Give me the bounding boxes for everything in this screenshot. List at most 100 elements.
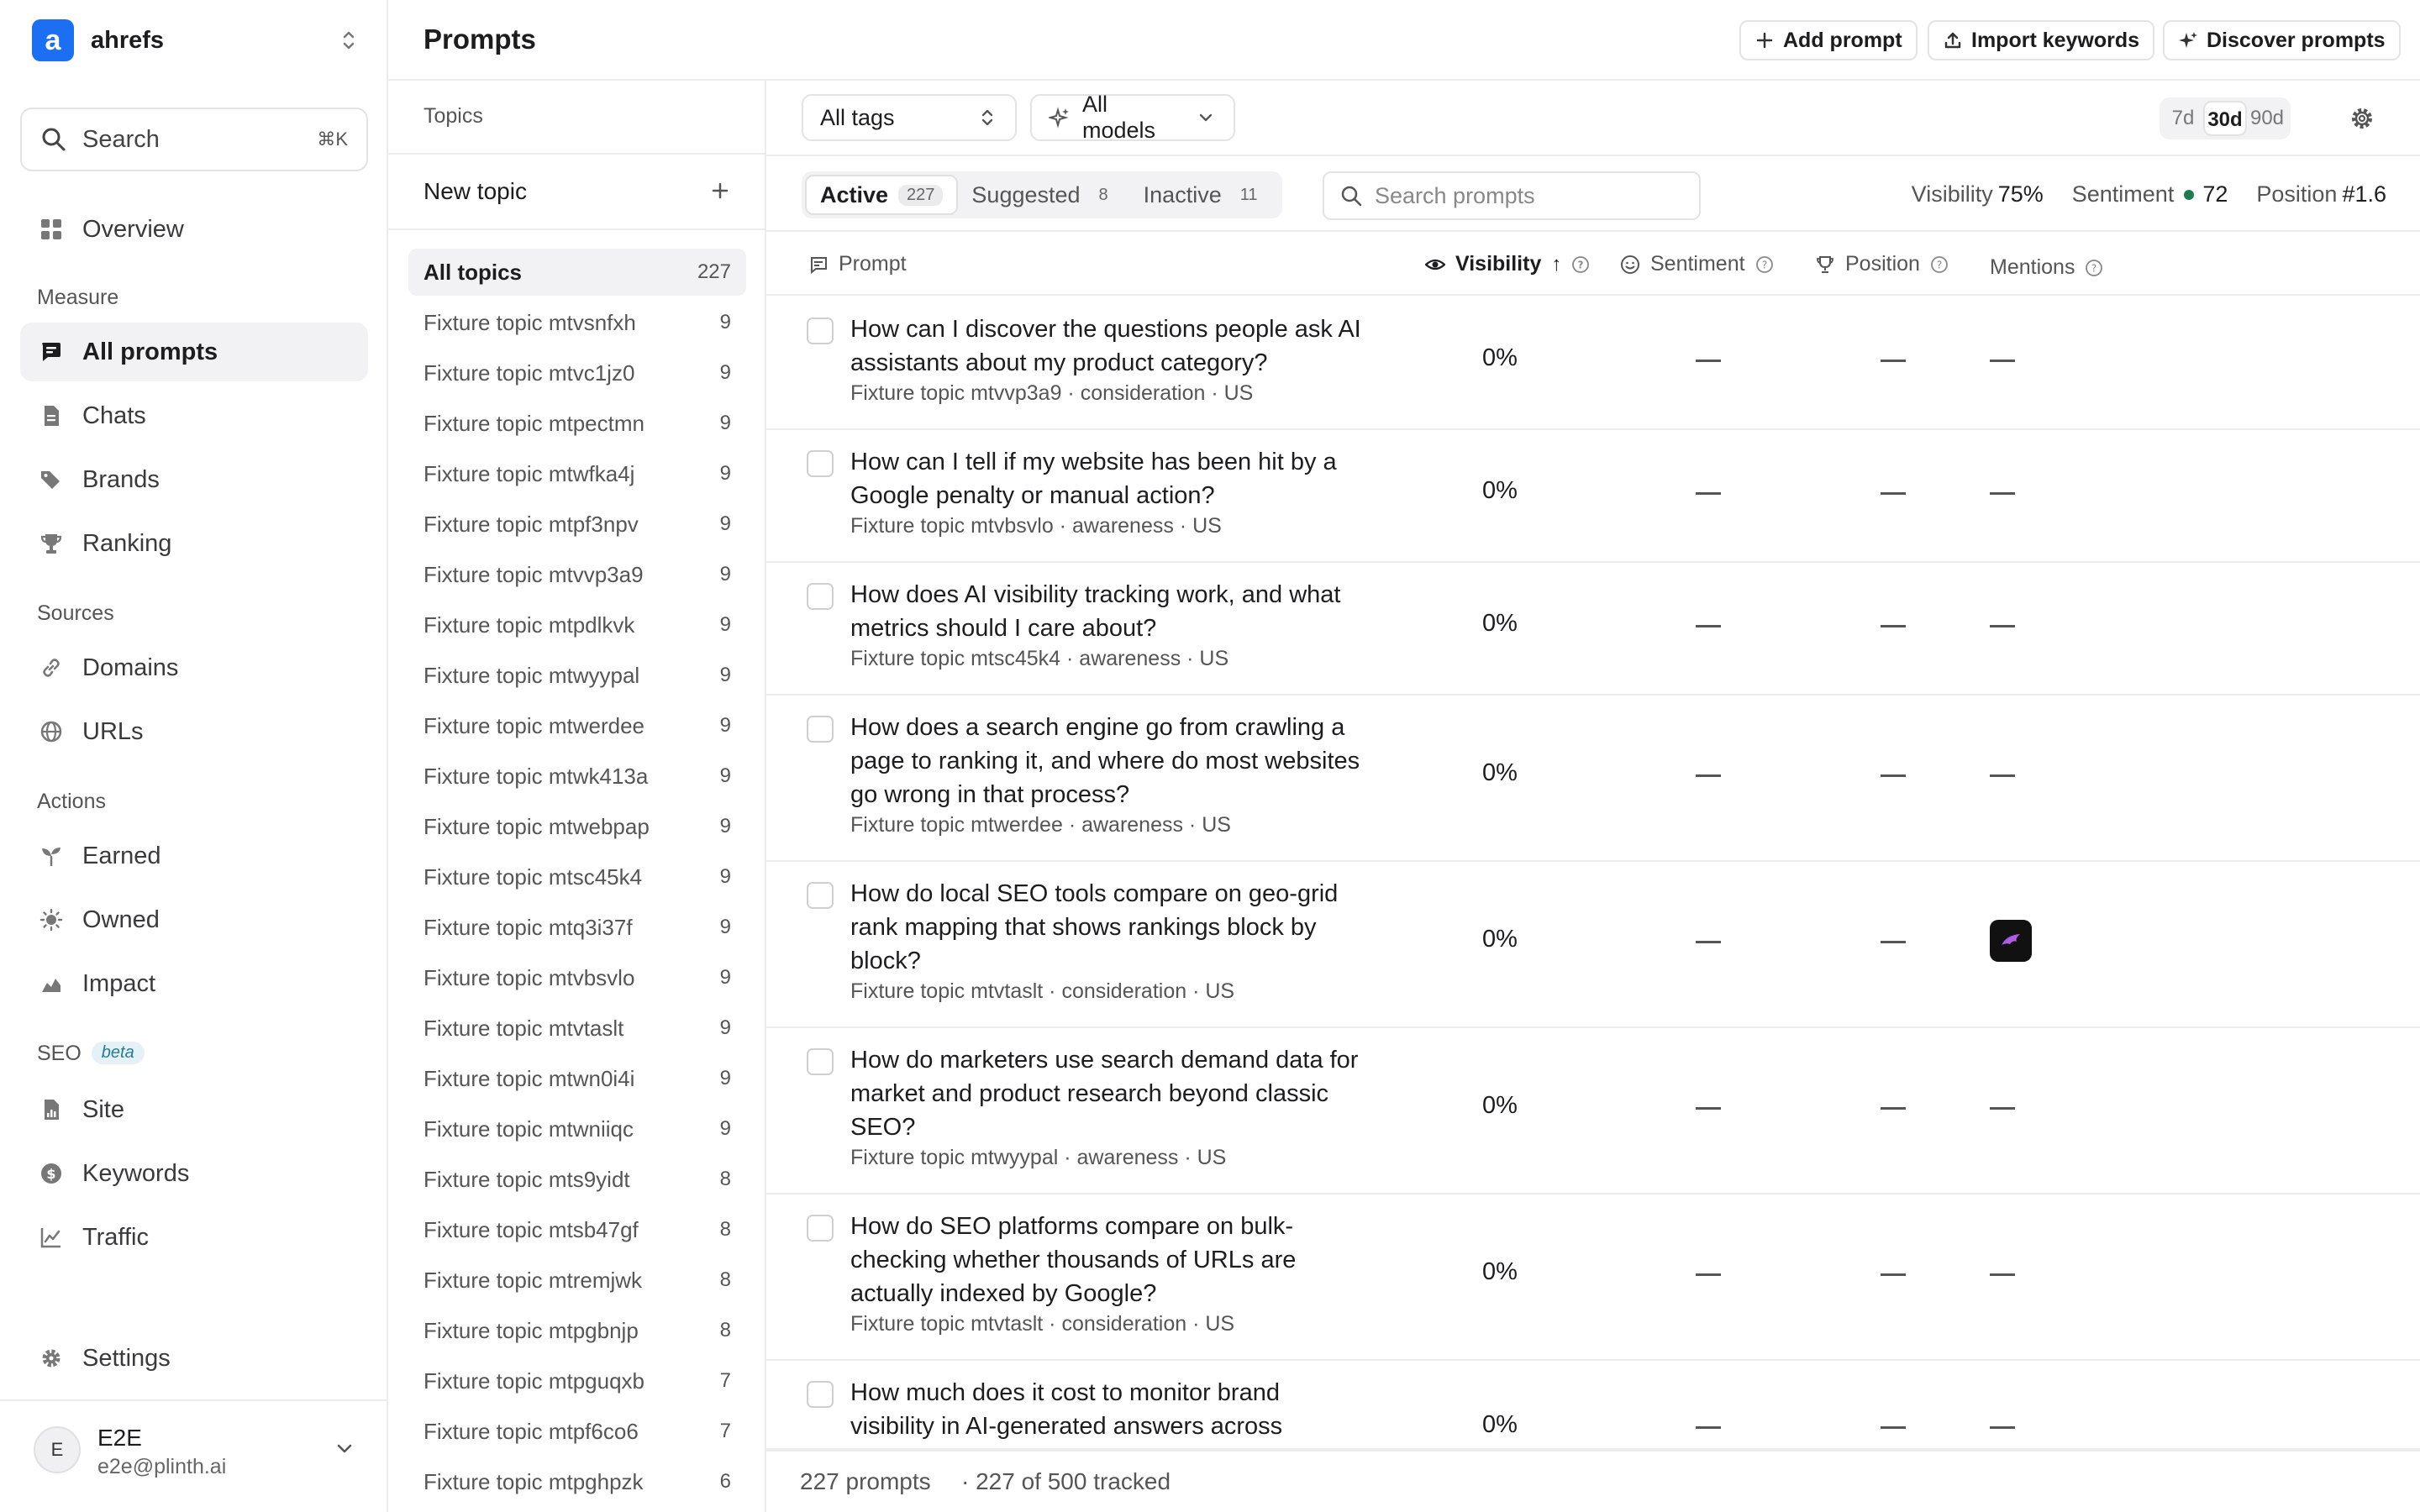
row-checkbox[interactable] [807, 1381, 834, 1408]
range-7d[interactable]: 7d [2163, 101, 2203, 136]
help-circle-icon[interactable]: ? [1930, 255, 1949, 274]
sidebar-item-chats[interactable]: Chats [20, 386, 368, 445]
topic-item[interactable]: Fixture topic mtsc45k4 9 [408, 853, 746, 900]
topic-count: 9 [719, 865, 731, 888]
topic-item[interactable]: Fixture topic mtwfka4j 9 [408, 450, 746, 497]
user-menu[interactable]: E E2E e2e@plinth.ai [0, 1399, 388, 1512]
prompt-text[interactable]: How can I discover the questions people … [850, 312, 1388, 380]
tab-inactive[interactable]: Inactive 11 [1130, 175, 1280, 215]
help-circle-icon[interactable]: ? [1571, 255, 1590, 274]
import-keywords-button[interactable]: Import keywords [1928, 20, 2155, 60]
column-prompt[interactable]: Prompt [808, 252, 907, 276]
column-position[interactable]: Position ? [1815, 252, 1949, 276]
topic-item[interactable]: Fixture topic mtpghpzk 6 [408, 1458, 746, 1505]
topic-item[interactable]: Fixture topic mtwk413a 9 [408, 753, 746, 800]
sidebar-item-impact[interactable]: Impact [20, 954, 368, 1013]
sidebar-item-settings[interactable]: Settings [20, 1329, 368, 1388]
table-row[interactable]: How can I tell if my website has been hi… [766, 430, 2420, 563]
topic-item[interactable]: Fixture topic mtvsnfxh 9 [408, 299, 746, 346]
topic-name: Fixture topic mtwniiqc [424, 1116, 634, 1142]
topic-item[interactable]: Fixture topic mtpf6co6 7 [408, 1408, 746, 1455]
prompt-line: How do marketers use search demand data … [850, 1047, 1359, 1074]
table-row[interactable]: How do marketers use search demand data … [766, 1028, 2420, 1194]
table-row[interactable]: How does a search engine go from crawlin… [766, 696, 2420, 862]
table-row[interactable]: How does AI visibility tracking work, an… [766, 563, 2420, 696]
prompt-text[interactable]: How can I tell if my website has been hi… [850, 445, 1388, 512]
topic-count: 9 [719, 1117, 731, 1140]
topic-item[interactable]: Fixture topic mtremjwk 8 [408, 1257, 746, 1304]
table-row[interactable]: How can I discover the questions people … [766, 297, 2420, 430]
column-visibility[interactable]: Visibility ↑ ? [1424, 252, 1590, 276]
row-checkbox[interactable] [807, 318, 834, 344]
sidebar-item-ranking[interactable]: Ranking [20, 514, 368, 573]
help-circle-icon[interactable]: ? [2085, 259, 2103, 277]
prompt-text[interactable]: How do SEO platforms compare on bulk-che… [850, 1210, 1388, 1310]
prompt-text[interactable]: How much does it cost to monitor brand vi… [850, 1376, 1388, 1443]
row-checkbox[interactable] [807, 1215, 834, 1242]
prompt-text[interactable]: How does a search engine go from crawlin… [850, 711, 1388, 811]
tab-active[interactable]: Active 227 [805, 175, 959, 215]
prompt-meta: Fixture topic mtvvp3a9 · consideration ·… [850, 381, 1254, 405]
topic-item[interactable]: Fixture topic mts9yidt 8 [408, 1156, 746, 1203]
sidebar-search[interactable]: Search ⌘K [20, 108, 368, 171]
column-mentions[interactable]: Mentions ? [1990, 255, 2103, 280]
topic-name: Fixture topic mtwfka4j [424, 460, 635, 486]
sidebar-item-traffic[interactable]: Traffic [20, 1208, 368, 1267]
row-checkbox[interactable] [807, 583, 834, 610]
topic-item[interactable]: Fixture topic mtpdlkvk 9 [408, 601, 746, 648]
sidebar-item-overview[interactable]: Overview [20, 200, 368, 259]
prompt-text[interactable]: How do marketers use search demand data … [850, 1043, 1388, 1144]
row-checkbox[interactable] [807, 882, 834, 909]
topic-item[interactable]: Fixture topic mtwniiqc 9 [408, 1105, 746, 1152]
topic-item[interactable]: Fixture topic mtwyypal 9 [408, 652, 746, 699]
help-circle-icon[interactable]: ? [1755, 255, 1774, 274]
gear-icon[interactable] [2348, 104, 2376, 133]
add-prompt-button[interactable]: Add prompt [1739, 20, 1918, 60]
topic-item-all[interactable]: All topics 227 [408, 249, 746, 296]
table-row[interactable]: How do local SEO tools compare on geo-gr… [766, 862, 2420, 1028]
brand-mention-icon[interactable] [1990, 920, 2032, 962]
topic-item[interactable]: Fixture topic mtsb47gf 8 [408, 1206, 746, 1253]
row-checkbox[interactable] [807, 716, 834, 743]
range-90d[interactable]: 90d [2247, 101, 2287, 136]
sidebar-item-earned[interactable]: Earned [20, 827, 368, 885]
prompt-search-input[interactable] [1375, 182, 1677, 209]
sidebar-item-label: Overview [82, 215, 184, 243]
sidebar-item-all-prompts[interactable]: All prompts [20, 323, 368, 381]
row-checkbox[interactable] [807, 450, 834, 477]
topic-item[interactable]: Fixture topic mtq3i37f 9 [408, 904, 746, 951]
range-30d[interactable]: 30d [2203, 101, 2247, 136]
topic-item[interactable]: Fixture topic mtvc1jz0 9 [408, 349, 746, 396]
topic-item[interactable]: Fixture topic mtvvp3a9 9 [408, 551, 746, 598]
table-row[interactable]: How do SEO platforms compare on bulk-che… [766, 1194, 2420, 1361]
tags-select[interactable]: All tags [802, 94, 1017, 141]
table-row[interactable]: How much does it cost to monitor brand vi… [766, 1361, 2420, 1450]
row-checkbox[interactable] [807, 1048, 834, 1075]
topic-item[interactable]: Fixture topic mtpguqxb 7 [408, 1357, 746, 1404]
prompt-text[interactable]: How do local SEO tools compare on geo-gr… [850, 877, 1388, 978]
column-sentiment[interactable]: Sentiment ? [1620, 252, 1774, 276]
sidebar-item-keywords[interactable]: $ Keywords [20, 1144, 368, 1203]
topic-item[interactable]: Fixture topic mtpgbnjp 8 [408, 1307, 746, 1354]
topic-item[interactable]: Fixture topic mtvbsvlo 9 [408, 954, 746, 1001]
topic-item[interactable]: Fixture topic mtvtaslt 9 [408, 1005, 746, 1052]
topic-item[interactable]: Fixture topic mtpf3npv 9 [408, 501, 746, 548]
new-topic-button[interactable]: New topic [388, 155, 766, 230]
topic-count: 7 [719, 1420, 731, 1442]
topic-item[interactable]: Fixture topic mtwerdee 9 [408, 702, 746, 749]
sidebar-item-urls[interactable]: URLs [20, 702, 368, 761]
discover-prompts-button[interactable]: Discover prompts [2163, 20, 2401, 60]
sidebar-item-owned[interactable]: Owned [20, 890, 368, 949]
topic-count: 8 [719, 1168, 731, 1190]
sidebar-item-brands[interactable]: Brands [20, 450, 368, 509]
prompt-text[interactable]: How does AI visibility tracking work, an… [850, 578, 1388, 645]
workspace-switcher[interactable]: a ahrefs [32, 18, 360, 62]
topic-item[interactable]: Fixture topic mtwn0i4i 9 [408, 1055, 746, 1102]
tab-suggested[interactable]: Suggested 8 [958, 175, 1129, 215]
topic-name: Fixture topic mtwn0i4i [424, 1065, 635, 1091]
sidebar-item-site[interactable]: Site [20, 1080, 368, 1139]
topic-item[interactable]: Fixture topic mtpectmn 9 [408, 400, 746, 447]
sidebar-item-domains[interactable]: Domains [20, 638, 368, 697]
models-select[interactable]: All models [1030, 92, 1235, 143]
topic-item[interactable]: Fixture topic mtwebpap 9 [408, 803, 746, 850]
